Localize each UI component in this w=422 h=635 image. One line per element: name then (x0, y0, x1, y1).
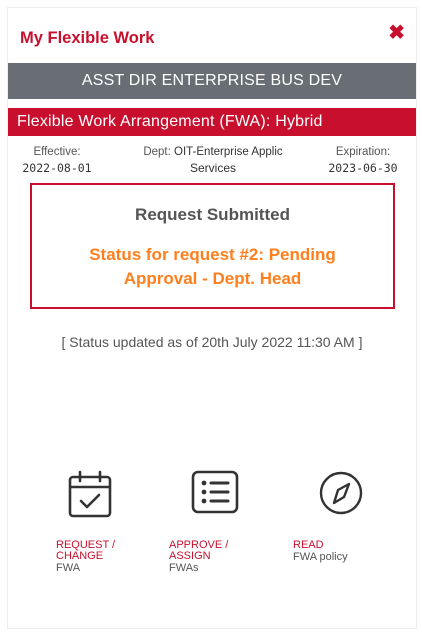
fwa-type-bar: Flexible Work Arrangement (FWA): Hybrid (8, 108, 416, 136)
close-icon[interactable]: ✖ (388, 23, 405, 43)
status-message: Status for request #2: Pending Approval … (89, 245, 336, 288)
expiration-value: 2023-06-30 (328, 161, 398, 175)
request-change-sublabel: FWA (56, 562, 81, 574)
read-policy-button[interactable]: READ FWA policy (293, 470, 383, 564)
compass-icon (318, 470, 368, 520)
effective-value: 2022-08-01 (22, 161, 92, 175)
status-box: Request Submitted Status for request #2:… (30, 183, 395, 309)
position-banner: ASST DIR ENTERPRISE BUS DEV (8, 63, 416, 99)
request-change-label: REQUEST / CHANGE (56, 539, 116, 562)
expiration-label: Expiration: (335, 146, 391, 158)
expiration-date: Expiration: 2023-06-30 (322, 144, 404, 176)
request-change-button[interactable]: REQUEST / CHANGE FWA (56, 470, 146, 575)
effective-label: Effective: (33, 146, 81, 158)
dept-value-line2: Services (189, 161, 236, 175)
calendar-check-icon (68, 470, 118, 520)
approve-assign-sublabel: FWAs (169, 562, 199, 574)
dept-value-line1: OIT-Enterprise Applic (174, 146, 283, 158)
read-policy-sublabel: FWA policy (293, 551, 348, 563)
app-window: My Flexible Work ✖ ASST DIR ENTERPRISE B… (7, 7, 417, 629)
effective-date: Effective: 2022-08-01 (22, 144, 92, 176)
status-updated-text: [ Status updated as of 20th July 2022 11… (61, 334, 363, 350)
status-heading: Request Submitted (135, 205, 290, 224)
header: My Flexible Work ✖ (8, 8, 416, 60)
read-policy-label: READ (293, 539, 324, 551)
list-icon (191, 470, 241, 520)
page-title: My Flexible Work (20, 29, 155, 47)
approve-assign-label: APPROVE / ASSIGN (169, 539, 229, 562)
dept-label: Dept: (143, 146, 171, 158)
department: Dept: OIT-Enterprise Applic Services (118, 144, 308, 176)
approve-assign-button[interactable]: APPROVE / ASSIGN FWAs (169, 470, 259, 575)
